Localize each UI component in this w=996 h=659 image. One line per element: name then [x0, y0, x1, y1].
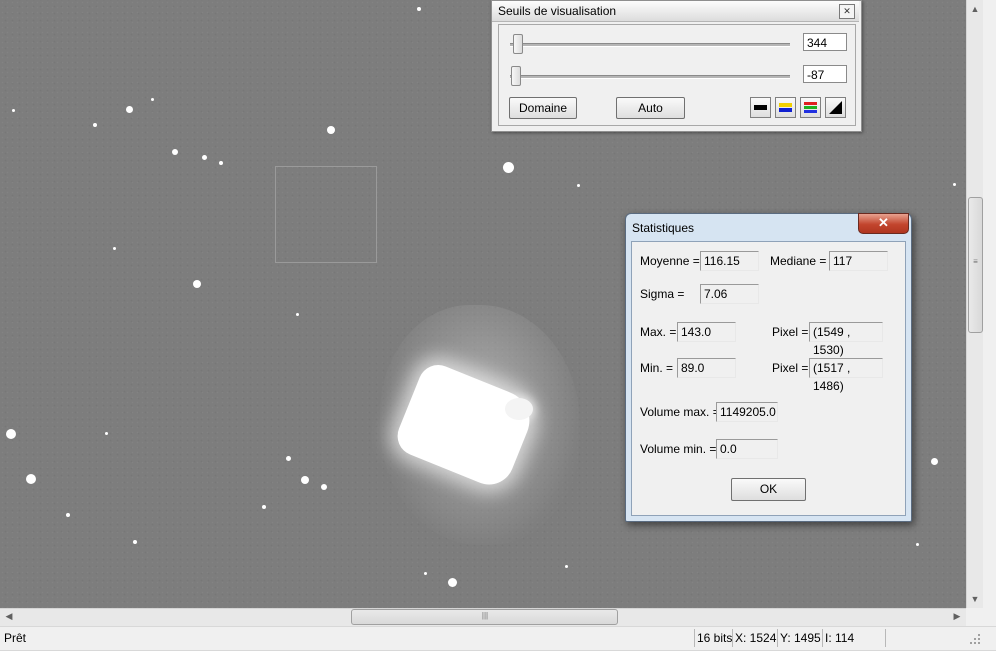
volume-max-label: Volume max. = — [640, 405, 720, 419]
low-threshold-track[interactable] — [510, 75, 790, 79]
min-value: 89.0 — [677, 358, 736, 378]
statistics-title: Statistiques — [632, 221, 695, 235]
star — [286, 456, 291, 461]
star — [301, 476, 309, 484]
nebula-knot — [505, 398, 533, 420]
star — [296, 313, 299, 316]
high-threshold-track[interactable] — [510, 43, 790, 47]
sigma-label: Sigma = — [640, 287, 685, 301]
low-threshold-slider[interactable] — [511, 66, 521, 86]
mediane-value: 117 — [829, 251, 888, 271]
star — [6, 429, 16, 439]
volume-min-value: 0.0 — [716, 439, 778, 459]
palette-rgb-button[interactable] — [800, 97, 821, 118]
auto-button[interactable]: Auto — [616, 97, 685, 119]
status-y-coordinate: Y: 1495 — [777, 629, 823, 647]
thresholds-title: Seuils de visualisation — [498, 4, 617, 18]
star — [953, 183, 956, 186]
max-pixel-value: (1549 , 1530) — [809, 322, 883, 357]
star — [133, 540, 137, 544]
star — [219, 161, 223, 165]
scroll-right-arrow-icon[interactable]: ▶ — [950, 609, 964, 623]
scroll-grip-icon: ||| — [481, 611, 489, 620]
status-text: Prêt — [4, 631, 27, 645]
close-icon: ✕ — [878, 215, 889, 230]
status-bit-depth: 16 bits — [694, 629, 733, 647]
statistics-body — [631, 241, 906, 516]
low-threshold-input[interactable]: -87 — [803, 65, 847, 83]
star — [12, 109, 15, 112]
high-threshold-input[interactable]: 344 — [803, 33, 847, 51]
palette-yellow-blue-icon — [779, 103, 792, 112]
window-right-edge — [983, 0, 996, 658]
max-value: 143.0 — [677, 322, 736, 342]
sigma-value: 7.06 — [700, 284, 759, 304]
scroll-up-arrow-icon[interactable]: ▲ — [967, 2, 983, 16]
ok-button[interactable]: OK — [731, 478, 806, 501]
scroll-grip-icon: ≡ — [973, 257, 978, 266]
statistics-close-button[interactable]: ✕ — [858, 213, 909, 234]
palette-black-button[interactable] — [750, 97, 771, 118]
moyenne-value: 116.15 — [700, 251, 759, 271]
scroll-down-arrow-icon[interactable]: ▼ — [967, 592, 983, 606]
star — [262, 505, 266, 509]
star — [321, 484, 327, 490]
star — [113, 247, 116, 250]
star — [126, 106, 133, 113]
volume-max-value: 1149205.0 — [716, 402, 778, 422]
moyenne-label: Moyenne = — [640, 254, 700, 268]
star — [172, 149, 178, 155]
star — [26, 474, 36, 484]
star — [448, 578, 457, 587]
star — [565, 565, 568, 568]
min-pixel-label: Pixel = — [772, 361, 809, 375]
star — [503, 162, 514, 173]
star — [931, 458, 938, 465]
star — [916, 543, 919, 546]
min-pixel-value: (1517 , 1486) — [809, 358, 883, 393]
volume-min-label: Volume min. = — [640, 442, 717, 456]
status-x-coordinate: X: 1524 — [732, 629, 778, 647]
star — [577, 184, 580, 187]
star — [327, 126, 335, 134]
domaine-button[interactable]: Domaine — [509, 97, 577, 119]
star — [424, 572, 427, 575]
max-pixel-label: Pixel = — [772, 325, 809, 339]
scroll-left-arrow-icon[interactable]: ◀ — [2, 609, 16, 623]
star — [202, 155, 207, 160]
thresholds-close-button[interactable]: ✕ — [839, 4, 855, 19]
star — [93, 123, 97, 127]
resize-grip-icon[interactable] — [966, 630, 982, 646]
palette-yellow-blue-button[interactable] — [775, 97, 796, 118]
palette-gradient-button[interactable] — [825, 97, 846, 118]
palette-rgb-icon — [804, 102, 817, 113]
star — [193, 280, 201, 288]
min-label: Min. = — [640, 361, 674, 375]
palette-gradient-icon — [829, 101, 842, 114]
selection-rectangle[interactable] — [275, 166, 377, 263]
palette-black-icon — [754, 105, 767, 110]
max-label: Max. = — [640, 325, 677, 339]
high-threshold-slider[interactable] — [513, 34, 523, 54]
star — [151, 98, 154, 101]
status-intensity: I: 114 — [822, 629, 886, 647]
star — [66, 513, 70, 517]
close-icon: ✕ — [843, 6, 851, 16]
star — [105, 432, 108, 435]
star — [417, 7, 421, 11]
mediane-label: Mediane = — [770, 254, 827, 268]
